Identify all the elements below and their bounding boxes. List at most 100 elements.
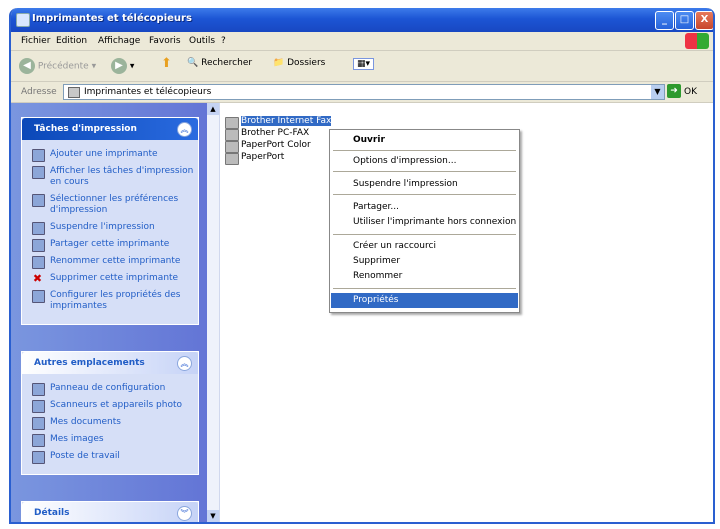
task-label: Ajouter une imprimante [50,149,158,159]
separator [333,194,516,195]
close-button[interactable]: X [695,11,713,30]
menu-outils[interactable]: Outils [189,36,215,46]
place-label: Poste de travail [50,451,120,461]
menu-edition[interactable]: Edition [56,36,87,46]
place-control-panel[interactable]: Panneau de configuration [22,380,198,397]
address-bar: Adresse Imprimantes et télécopieurs ▼ ➜ … [11,82,713,103]
computer-icon [32,451,45,464]
printer-icon [225,153,239,165]
ctx-properties[interactable]: Propriétés [331,293,518,308]
other-places-title: Autres emplacements [34,358,145,368]
place-my-computer[interactable]: Poste de travail [22,448,198,465]
printer-name: Brother Internet Fax [241,116,332,126]
go-arrow-icon[interactable]: ➜ [667,84,681,98]
printer-folder-icon [16,13,30,27]
pictures-folder-icon [32,434,45,447]
maximize-button[interactable]: □ [675,11,694,30]
up-folder-icon[interactable]: ⬆ [161,56,172,71]
place-label: Scanneurs et appareils photo [50,400,183,410]
views-button[interactable]: ▦▾ [353,58,375,70]
task-rename[interactable]: Renommer cette imprimante [22,253,198,270]
other-places-header[interactable]: Autres emplacements ︽ [22,352,198,374]
printer-item[interactable]: PaperPort Color [223,140,331,153]
collapse-chevron-icon[interactable]: ︽ [177,122,192,137]
details-header[interactable]: Détails ︾ [22,502,198,522]
printer-name: PaperPort Color [241,140,311,150]
share-icon [32,239,45,252]
vertical-scrollbar[interactable]: ▲ ▼ [207,103,220,522]
ctx-print-options[interactable]: Options d'impression... [331,154,518,169]
task-label: Configurer les propriétés des imprimante… [50,290,181,311]
scroll-down-icon[interactable]: ▼ [207,510,219,522]
properties-icon [32,290,45,303]
separator [333,288,516,289]
separator [333,171,516,172]
task-delete[interactable]: ✖ Supprimer cette imprimante [22,270,198,287]
folders-button[interactable]: 📁 Dossiers [273,58,325,68]
search-button[interactable]: 🔍 Rechercher [187,58,252,68]
go-label[interactable]: OK [684,87,697,97]
task-label: Supprimer cette imprimante [50,273,179,283]
search-icon: 🔍 [187,58,199,68]
print-tasks-header[interactable]: Tâches d'impression ︽ [22,118,198,140]
address-field[interactable]: Imprimantes et télécopieurs ▼ [63,84,665,100]
toolbar: ◀ Précédente ▾ ▶ ▾ ⬆ 🔍 Rechercher 📁 Doss… [11,51,713,82]
address-label: Adresse [21,87,57,97]
printer-item[interactable]: Brother PC-FAX [223,128,331,141]
printer-item[interactable]: PaperPort [223,152,331,165]
separator [333,150,516,151]
documents-folder-icon [32,417,45,430]
menu-favoris[interactable]: Favoris [149,36,181,46]
delete-x-icon: ✖ [32,272,43,285]
task-preferences[interactable]: Sélectionner les préférences d'impressio… [22,191,198,219]
minimize-button[interactable]: _ [655,11,674,30]
ctx-share[interactable]: Partager... [331,200,518,215]
search-label: Rechercher [201,58,253,68]
address-dropdown-icon[interactable]: ▼ [651,85,664,99]
ctx-pause-printing[interactable]: Suspendre l'impression [331,177,518,192]
ctx-delete[interactable]: Supprimer [331,254,518,269]
explorer-window: Imprimantes et télécopieurs _ □ X Fichie… [9,8,715,524]
print-tasks-title: Tâches d'impression [34,124,137,134]
printer-list: Brother Internet Fax Brother PC-FAX Pape… [223,116,332,165]
place-scanners[interactable]: Scanneurs et appareils photo [22,397,198,414]
window-title: Imprimantes et télécopieurs [32,13,192,24]
print-queue-icon [32,166,45,179]
place-label: Panneau de configuration [50,383,166,393]
place-my-documents[interactable]: Mes documents [22,414,198,431]
preferences-icon [32,194,45,207]
task-add-printer[interactable]: Ajouter une imprimante [22,146,198,163]
pause-icon [32,222,45,235]
title-bar[interactable]: Imprimantes et télécopieurs _ □ X [11,8,713,32]
menu-affichage[interactable]: Affichage [98,36,140,46]
folders-label: Dossiers [287,58,326,68]
task-properties[interactable]: Configurer les propriétés des imprimante… [22,287,198,315]
scanner-icon [32,400,45,413]
ctx-open[interactable]: Ouvrir [331,133,518,148]
ctx-use-offline[interactable]: Utiliser l'imprimante hors connexion [331,215,518,230]
ctx-rename[interactable]: Renommer [331,269,518,284]
forward-arrow-icon: ▶ [111,58,127,74]
context-menu: Ouvrir Options d'impression... Suspendre… [329,129,520,313]
ctx-create-shortcut[interactable]: Créer un raccourci [331,239,518,254]
back-button[interactable]: ◀ Précédente ▾ [19,58,96,74]
back-label: Précédente [37,61,89,72]
address-value: Imprimantes et télécopieurs [84,87,212,97]
expand-chevron-icon[interactable]: ︾ [177,506,192,521]
other-places-panel: Autres emplacements ︽ Panneau de configu… [21,351,199,475]
separator [333,234,516,235]
scroll-up-icon[interactable]: ▲ [207,103,219,115]
place-my-pictures[interactable]: Mes images [22,431,198,448]
printer-item[interactable]: Brother Internet Fax [223,116,332,129]
task-view-jobs[interactable]: Afficher les tâches d'impression en cour… [22,163,198,191]
menu-help[interactable]: ? [221,36,226,46]
details-panel: Détails ︾ [21,501,199,522]
printer-icon [68,87,80,98]
add-printer-icon [32,149,45,162]
forward-button[interactable]: ▶ ▾ [111,58,134,74]
menu-fichier[interactable]: Fichier [21,36,50,46]
task-pane: Tâches d'impression ︽ Ajouter une imprim… [11,103,207,522]
task-share[interactable]: Partager cette imprimante [22,236,198,253]
collapse-chevron-icon[interactable]: ︽ [177,356,192,371]
task-pause[interactable]: Suspendre l'impression [22,219,198,236]
